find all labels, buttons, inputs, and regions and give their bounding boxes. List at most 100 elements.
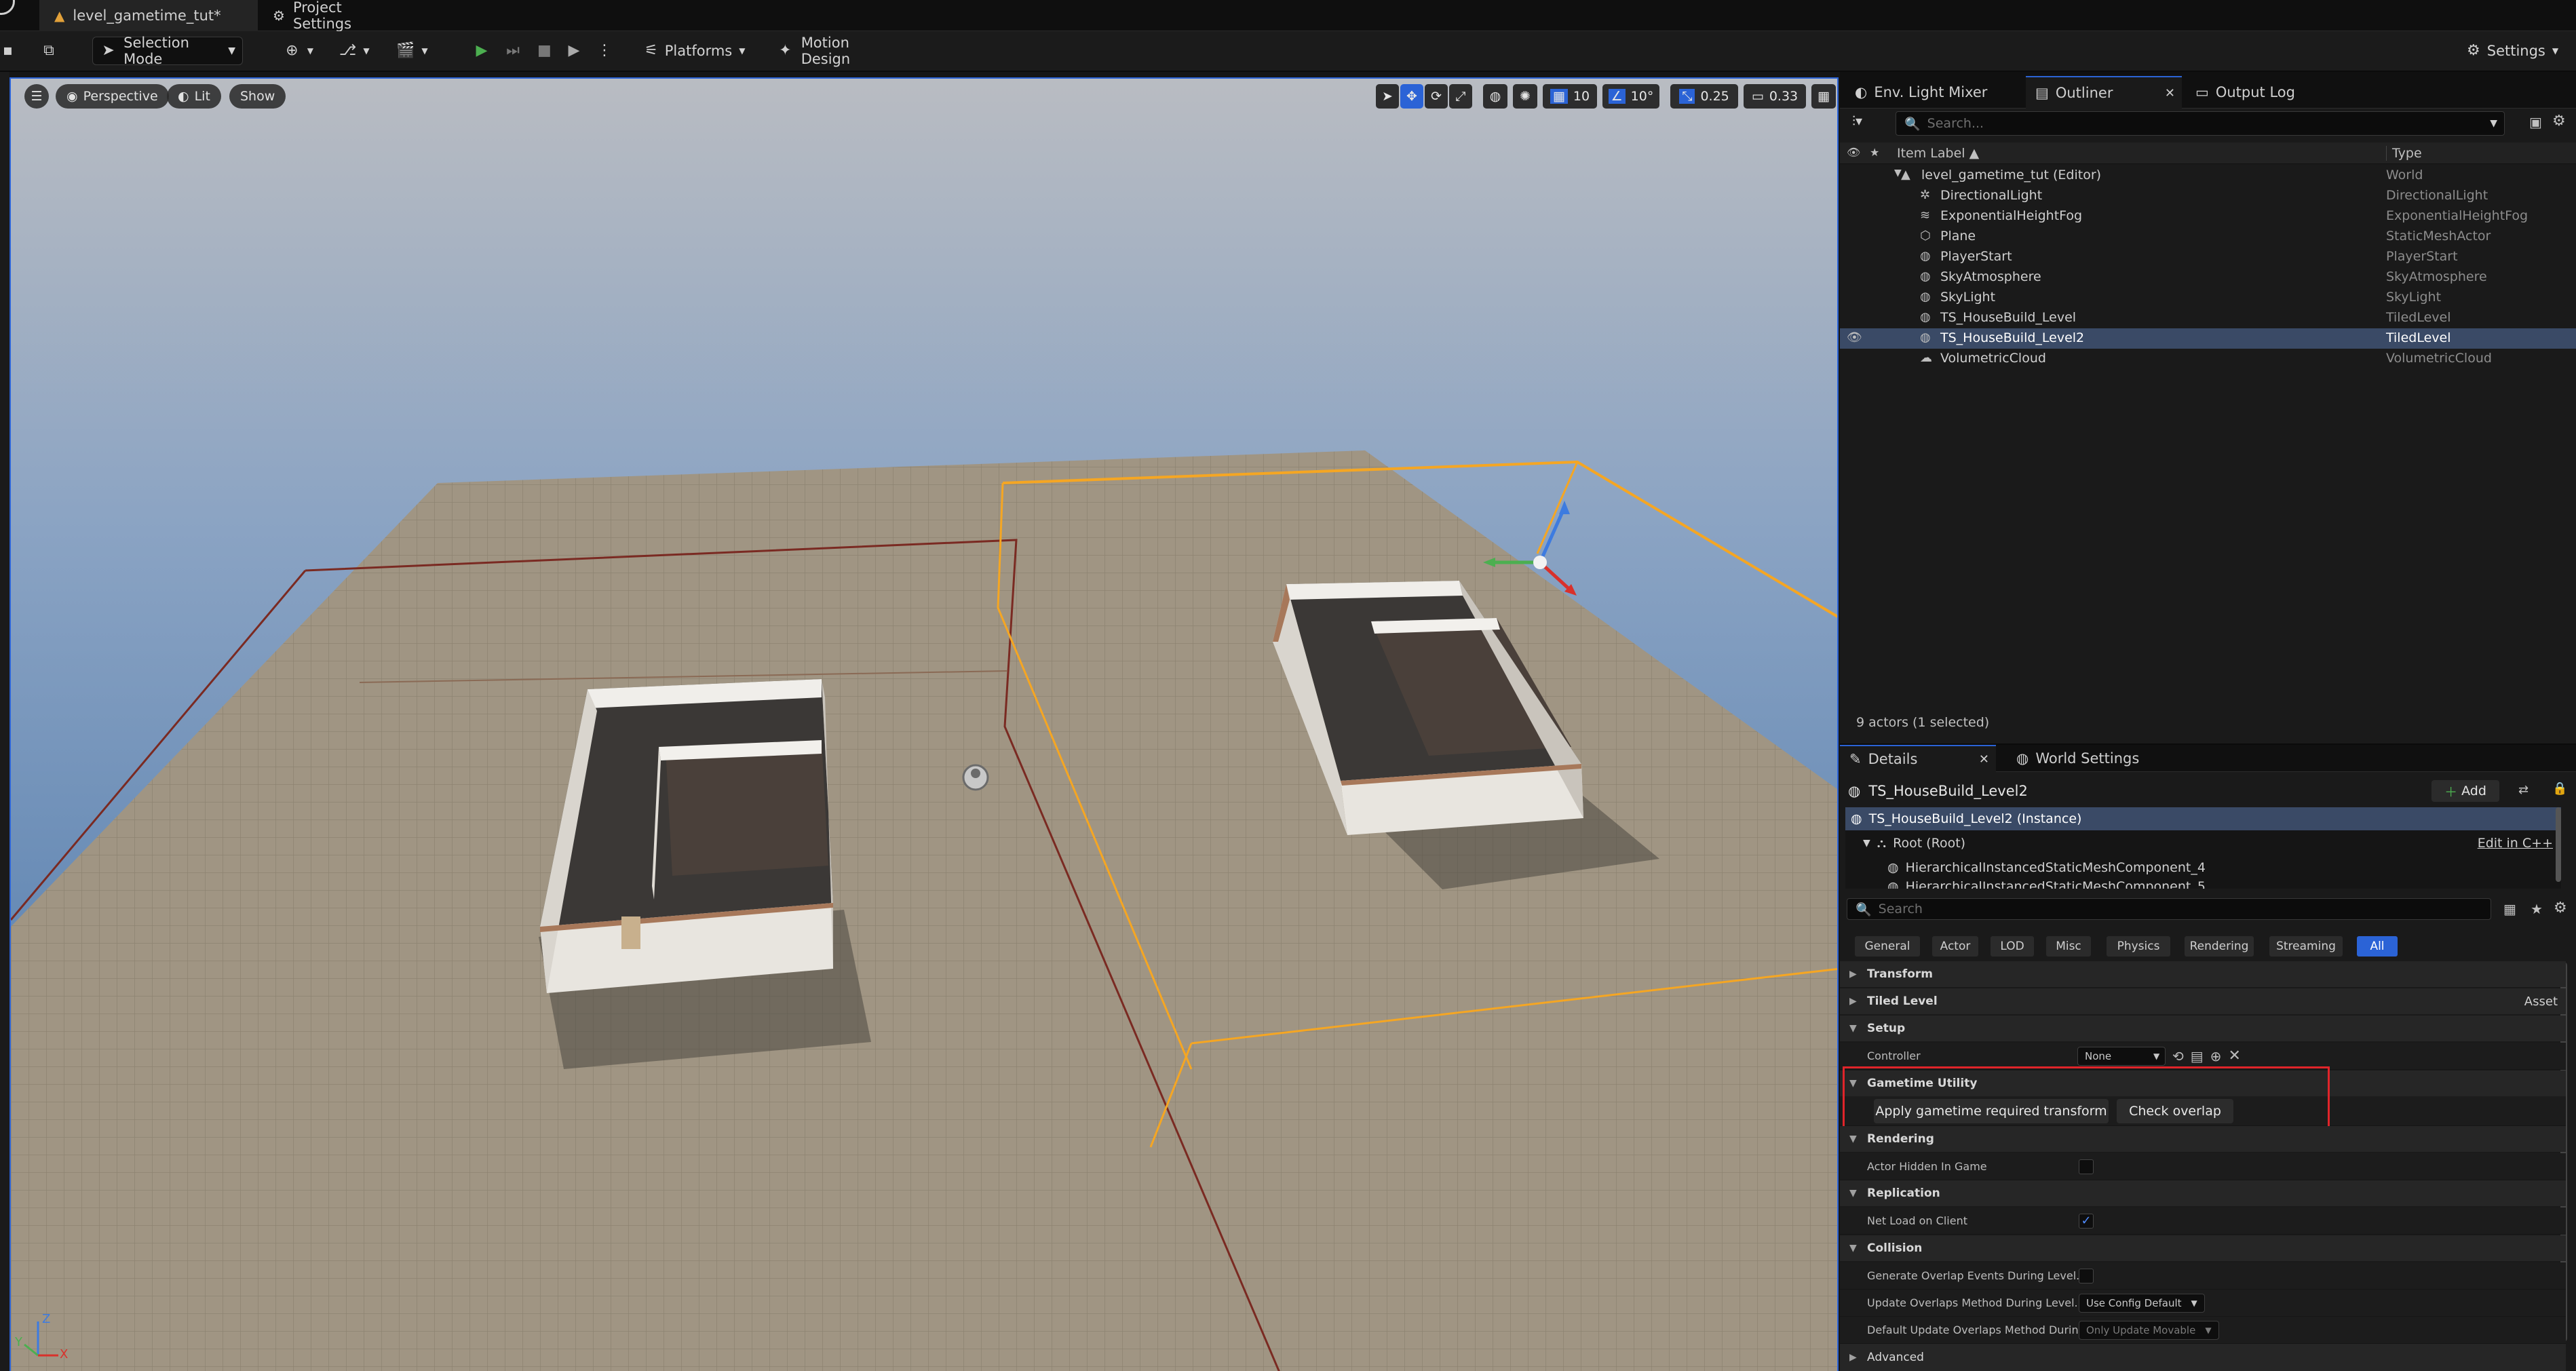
play-options-button[interactable]: ⋮ <box>590 37 612 65</box>
settings-button[interactable]: ⚙ Settings ▼ <box>2460 37 2562 65</box>
section-tiled-level[interactable]: ▶ Tiled Level Asset <box>1840 988 2566 1014</box>
category-lod[interactable]: LOD <box>1991 936 2034 957</box>
controller-dropdown[interactable]: None ▼ <box>2077 1046 2166 1066</box>
player-start-icon[interactable] <box>962 764 989 791</box>
outliner-row[interactable]: ◍ SkyAtmosphere SkyAtmosphere <box>1840 267 2576 288</box>
clear-icon[interactable]: ✕ <box>2228 1047 2240 1064</box>
browse-icon[interactable]: ▤ <box>2191 1048 2204 1064</box>
save-icon[interactable]: ▪ <box>0 37 16 65</box>
translate-tool-icon[interactable]: ✥ <box>1400 84 1423 109</box>
filter-icon[interactable]: ⫶▾ <box>1852 113 1862 129</box>
camera-speed-button[interactable]: ▭ 0.33 <box>1744 84 1806 109</box>
blueprint-button[interactable]: ⎇ ▼ <box>332 37 376 65</box>
perspective-button[interactable]: ◉ Perspective <box>56 84 169 109</box>
surface-snap-icon[interactable]: ✺ <box>1513 84 1537 109</box>
add-component-button[interactable]: ＋ Add <box>2431 780 2499 802</box>
reset-icon[interactable]: ⟲ <box>2172 1048 2184 1064</box>
outliner-row[interactable]: ◍ TS_HouseBuild_Level TiledLevel <box>1840 308 2576 328</box>
outliner-row[interactable]: ≋ ExponentialHeightFog ExponentialHeightFo… <box>1840 206 2576 227</box>
category-all[interactable]: All <box>2357 936 2398 957</box>
close-icon[interactable]: ✕ <box>1979 752 1989 767</box>
type-column[interactable]: Type <box>2386 146 2422 161</box>
cinematics-button[interactable]: 🎬 ▼ <box>389 37 433 65</box>
scale-tool-icon[interactable]: ⤢ <box>1449 84 1472 109</box>
net-load-checkbox[interactable]: ✓ <box>2079 1213 2094 1229</box>
motion-design-button[interactable]: ✦ Motion Design <box>769 35 905 67</box>
grid-snap-toggle[interactable]: ▦ 10 <box>1543 84 1597 109</box>
category-misc[interactable]: Misc <box>2046 936 2091 957</box>
scale-snap-toggle[interactable]: ⤡ 0.25 <box>1670 84 1738 109</box>
content-browser-icon[interactable]: ⧉ <box>34 37 64 65</box>
tab-outliner[interactable]: ▤ Outliner ✕ <box>2026 76 2182 109</box>
engine-logo-icon[interactable] <box>0 0 15 15</box>
tab-output-log-label: Output Log <box>2215 84 2295 100</box>
property-matrix-icon[interactable]: ▦ <box>2503 901 2516 917</box>
actor-hidden-checkbox[interactable] <box>2079 1159 2094 1174</box>
viewport-menu-button[interactable]: ☰ <box>24 84 49 109</box>
section-advanced[interactable]: ▶ Advanced <box>1840 1344 2566 1371</box>
outliner-row[interactable]: 👁 ◍ TS_HouseBuild_Level2 TiledLevel <box>1840 328 2576 349</box>
category-physics[interactable]: Physics <box>2107 936 2170 957</box>
outliner-row[interactable]: ⬡ Plane StaticMeshActor <box>1840 227 2576 247</box>
blueprint-options-icon[interactable]: ⇄ <box>2518 783 2529 797</box>
layout-icon[interactable]: ▦ <box>1811 84 1836 109</box>
platforms-dropdown[interactable]: ⚟ Platforms ▼ <box>638 37 746 65</box>
section-rendering[interactable]: ▼ Rendering <box>1840 1126 2566 1152</box>
favorite-icon[interactable]: ★ <box>2531 901 2543 917</box>
item-label-column[interactable]: Item Label ▲ <box>1897 146 1979 161</box>
sky-atmosphere-icon: ◍ <box>1920 269 1931 284</box>
component-row[interactable]: ◍ HierarchicalInstancedStaticMeshCompone… <box>1845 856 2561 879</box>
lock-icon[interactable]: 🔒 <box>2552 781 2567 796</box>
outliner-row[interactable]: ▼ ▲ level_gametime_tut (Editor) World <box>1840 166 2576 186</box>
category-streaming[interactable]: Streaming <box>2269 936 2343 957</box>
tab-output-log[interactable]: ▭ Output Log <box>2186 76 2322 109</box>
section-collision[interactable]: ▼ Collision <box>1840 1235 2566 1261</box>
rotate-tool-icon[interactable]: ⟳ <box>1425 84 1448 109</box>
category-actor[interactable]: Actor <box>1932 936 1978 957</box>
add-folder-icon[interactable]: ▣ <box>2529 114 2542 130</box>
step-button[interactable]: ⏭ <box>499 37 526 65</box>
tab-env-light-mixer[interactable]: ◐ Env. Light Mixer <box>1845 76 2023 109</box>
visibility-icon[interactable]: 👁 <box>1847 330 1862 345</box>
house-left[interactable] <box>539 679 871 1069</box>
gear-icon[interactable]: ⚙ <box>2552 113 2566 130</box>
rotation-snap-toggle[interactable]: ∠ 10° <box>1602 84 1659 109</box>
update-overlaps-dropdown[interactable]: Use Config Default ▼ <box>2079 1293 2205 1313</box>
gear-icon[interactable]: ⚙ <box>2554 900 2567 916</box>
edit-cpp-link[interactable]: Edit in C++ <box>2478 836 2553 851</box>
outliner-row[interactable]: ◍ SkyLight SkyLight <box>1840 288 2576 308</box>
outliner-row[interactable]: ✲ DirectionalLight DirectionalLight <box>1840 186 2576 206</box>
section-transform[interactable]: ▶ Transform <box>1840 961 2566 987</box>
outliner-row[interactable]: ☁ VolumetricCloud VolumetricCloud <box>1840 349 2576 369</box>
details-search-input[interactable]: 🔍 Search <box>1847 898 2491 920</box>
play-button[interactable]: ▶ <box>468 37 495 65</box>
category-rendering[interactable]: Rendering <box>2185 936 2254 957</box>
tab-level[interactable]: ▲ level_gametime_tut* <box>39 0 258 31</box>
component-row[interactable]: ◍ HierarchicalInstancedStaticMeshCompone… <box>1845 879 2561 889</box>
close-icon[interactable]: ✕ <box>2165 86 2175 100</box>
section-setup[interactable]: ▼ Setup <box>1840 1016 2566 1041</box>
select-tool-icon[interactable]: ➤ <box>1376 84 1399 109</box>
selection-mode-dropdown[interactable]: ➤ Selection Mode ▼ <box>92 35 243 67</box>
instance-row[interactable]: ◍ TS_HouseBuild_Level2 (Instance) <box>1845 807 2561 830</box>
outliner-search-input[interactable]: 🔍 Search... ▼ <box>1896 111 2505 136</box>
level-viewport[interactable]: Z Y X ☰ ◉ Perspective ◐ Lit Show ➤ ✥ ⟳ ⤢… <box>9 77 1839 1371</box>
add-icon[interactable]: ⊕ <box>2210 1048 2222 1064</box>
section-replication[interactable]: ▼ Replication <box>1840 1180 2566 1206</box>
world-space-icon[interactable]: ◍ <box>1483 84 1507 109</box>
lit-button[interactable]: ◐ Lit <box>167 84 221 109</box>
default-update-dropdown[interactable]: Only Update Movable ▼ <box>2079 1320 2219 1340</box>
show-button[interactable]: Show <box>229 84 286 109</box>
viewport-scene[interactable] <box>11 79 1839 1371</box>
outliner-row[interactable]: ◍ PlayerStart PlayerStart <box>1840 247 2576 267</box>
eject-button[interactable]: ▶ <box>560 37 588 65</box>
gen-overlap-checkbox[interactable] <box>2079 1268 2094 1283</box>
root-row[interactable]: ▼ ⛬ Root (Root) Edit in C++ <box>1845 832 2561 855</box>
stop-button[interactable]: ■ <box>531 37 558 65</box>
add-actor-button[interactable]: ⊕ ▼ <box>277 37 320 65</box>
tree-scrollbar[interactable] <box>2556 807 2561 882</box>
tab-details[interactable]: ✎ Details ✕ <box>1840 745 1996 772</box>
category-general[interactable]: General <box>1855 936 1920 957</box>
tab-world-settings[interactable]: ◍ World Settings <box>2007 745 2163 772</box>
tab-project-settings[interactable]: ⚙ Project Settings <box>258 0 414 32</box>
